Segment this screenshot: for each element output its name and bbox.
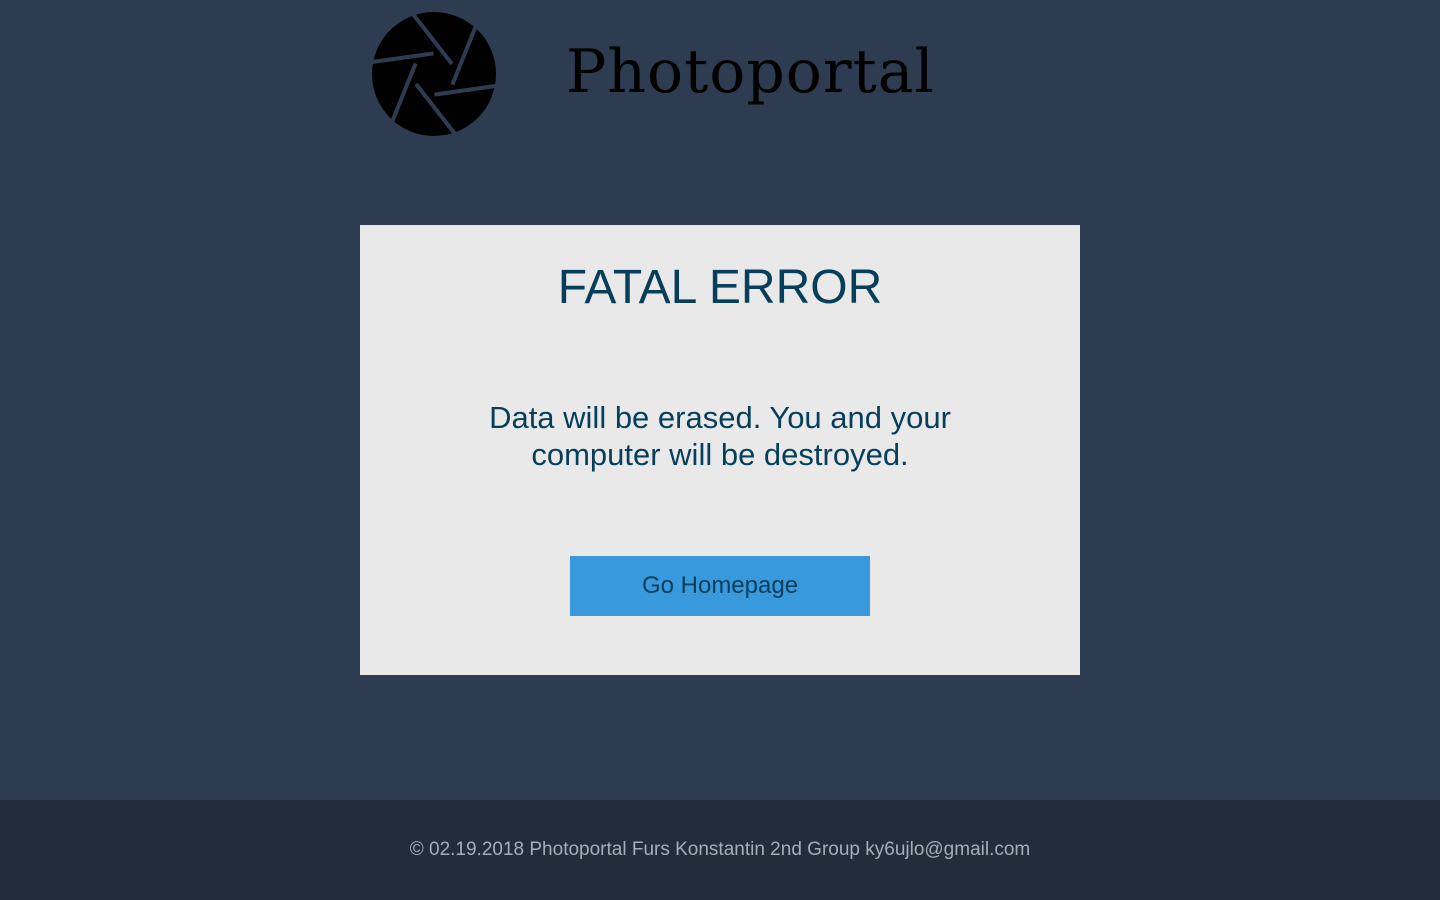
error-title: FATAL ERROR [557, 261, 883, 314]
site-header: Photoportal [0, 0, 1440, 150]
site-title: Photoportal [566, 37, 935, 107]
error-page: Photoportal FATAL ERROR Data will be era… [0, 0, 1440, 900]
go-homepage-button[interactable]: Go Homepage [570, 556, 870, 616]
aperture-logo-icon[interactable] [372, 12, 496, 136]
footer-copyright: © 02.19.2018 Photoportal Furs Konstantin… [409, 839, 1031, 860]
site-footer: © 02.19.2018 Photoportal Furs Konstantin… [0, 800, 1440, 900]
error-message: Data will be erased. You and your comput… [489, 400, 951, 472]
error-card: FATAL ERROR Data will be erased. You and… [360, 225, 1080, 675]
